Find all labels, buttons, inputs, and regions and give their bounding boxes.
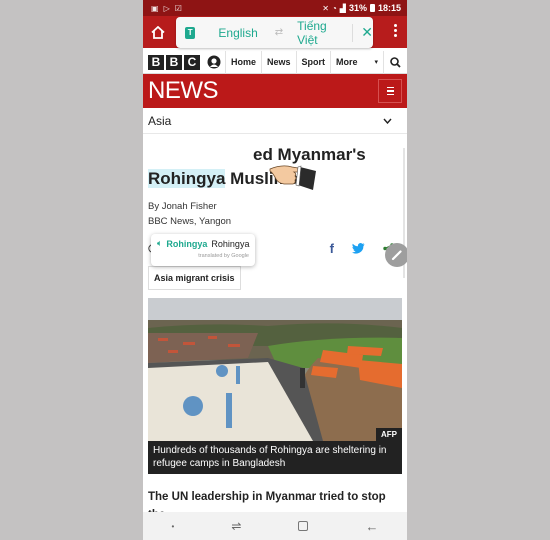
article-photo[interactable]: AFP — [148, 298, 402, 441]
pointing-hand-icon — [268, 161, 320, 196]
news-logo[interactable]: NEWS — [148, 77, 219, 105]
image-icon: ▣ — [151, 3, 159, 13]
divider — [352, 23, 354, 42]
status-bar: ▣ ▷ ☑ ✕ ◔ ▟ 31% 18:15 — [143, 0, 407, 16]
image-credit: AFP — [376, 428, 402, 441]
wifi-icon: ◔ — [331, 3, 337, 13]
hamburger-menu-icon[interactable] — [378, 79, 402, 103]
pencil-icon — [391, 250, 402, 261]
swap-languages-icon[interactable]: ⇄ — [275, 27, 283, 38]
caret-down-icon: ▾ — [374, 59, 379, 66]
nav-sport[interactable]: Sport — [295, 50, 331, 74]
clock: 18:15 — [377, 3, 401, 13]
chevron-down-icon — [383, 118, 392, 124]
notification-icons: ▣ ▷ ☑ — [151, 4, 182, 13]
play-store-icon: ▷ — [163, 3, 170, 13]
bbc-navigation: B B C Home News Sport More ▾ — [143, 50, 407, 74]
translate-bar: T English ⇄ Tiếng Việt ✕ — [176, 17, 373, 48]
news-banner: NEWS — [143, 74, 407, 108]
home-square-icon[interactable] — [298, 521, 309, 531]
home-icon — [151, 25, 165, 39]
nav-news[interactable]: News — [261, 50, 296, 74]
image-caption: Hundreds of thousands of Rohingya are sh… — [148, 441, 402, 474]
close-translate-icon[interactable]: ✕ — [361, 24, 373, 41]
nav-more[interactable]: More ▾ — [330, 50, 383, 74]
translation-popup: 🔈︎ Rohingya Rohingya translated by Googl… — [151, 234, 255, 266]
google-translate-logo: T — [185, 26, 196, 39]
topic-tag[interactable]: Asia migrant crisis — [148, 266, 241, 290]
nav-home[interactable]: Home — [225, 50, 261, 74]
twitter-share-icon[interactable] — [352, 243, 365, 254]
battery-icon — [369, 4, 375, 12]
dot-icon[interactable]: • — [172, 522, 175, 531]
system-status: ✕ ◔ ▟ 31% 18:15 — [322, 3, 401, 13]
popup-source-word: Rohingya — [166, 238, 208, 249]
facebook-share-icon[interactable]: f — [330, 241, 334, 256]
edit-button[interactable] — [385, 243, 407, 267]
location: BBC News, Yangon — [148, 216, 232, 227]
phone-screen: ▣ ▷ ☑ ✕ ◔ ▟ 31% 18:15 T English ⇄ Tiếng … — [143, 0, 407, 540]
recent-apps-icon[interactable]: ⇌ — [231, 519, 241, 533]
section-label: Asia — [148, 113, 172, 128]
article: Asia ed Myanmar's Rohingya Muslims By Jo… — [143, 108, 407, 290]
bbc-logo[interactable]: B B C — [148, 54, 200, 70]
android-navigation-bar: • ⇌ ← — [143, 512, 407, 540]
home-button[interactable] — [143, 16, 173, 48]
speaker-icon[interactable]: 🔈︎ — [157, 238, 162, 249]
browser-toolbar: T English ⇄ Tiếng Việt ✕ — [143, 16, 407, 48]
search-button[interactable] — [383, 50, 407, 74]
search-icon — [390, 56, 401, 68]
account-icon[interactable] — [207, 55, 221, 69]
source-language-button[interactable]: English — [218, 26, 257, 40]
author: By Jonah Fisher — [148, 201, 217, 212]
battery-percent: 31% — [348, 3, 367, 13]
selected-word[interactable]: Rohingya — [148, 169, 226, 188]
overflow-menu-icon[interactable] — [394, 24, 397, 37]
section-selector[interactable]: Asia — [143, 108, 407, 134]
back-arrow-icon[interactable]: ← — [365, 519, 378, 534]
popup-translation: Rohingya — [211, 238, 250, 249]
signal-icon: ▟ — [339, 3, 346, 13]
google-credit: translated by Google — [198, 253, 249, 259]
target-language-button[interactable]: Tiếng Việt — [297, 19, 343, 47]
mute-icon: ✕ — [322, 3, 329, 13]
byline: By Jonah Fisher BBC News, Yangon — [143, 191, 407, 229]
article-figure: AFP Hundreds of thousands of Rohingya ar… — [148, 298, 402, 474]
checkbox-icon: ☑ — [174, 3, 182, 13]
